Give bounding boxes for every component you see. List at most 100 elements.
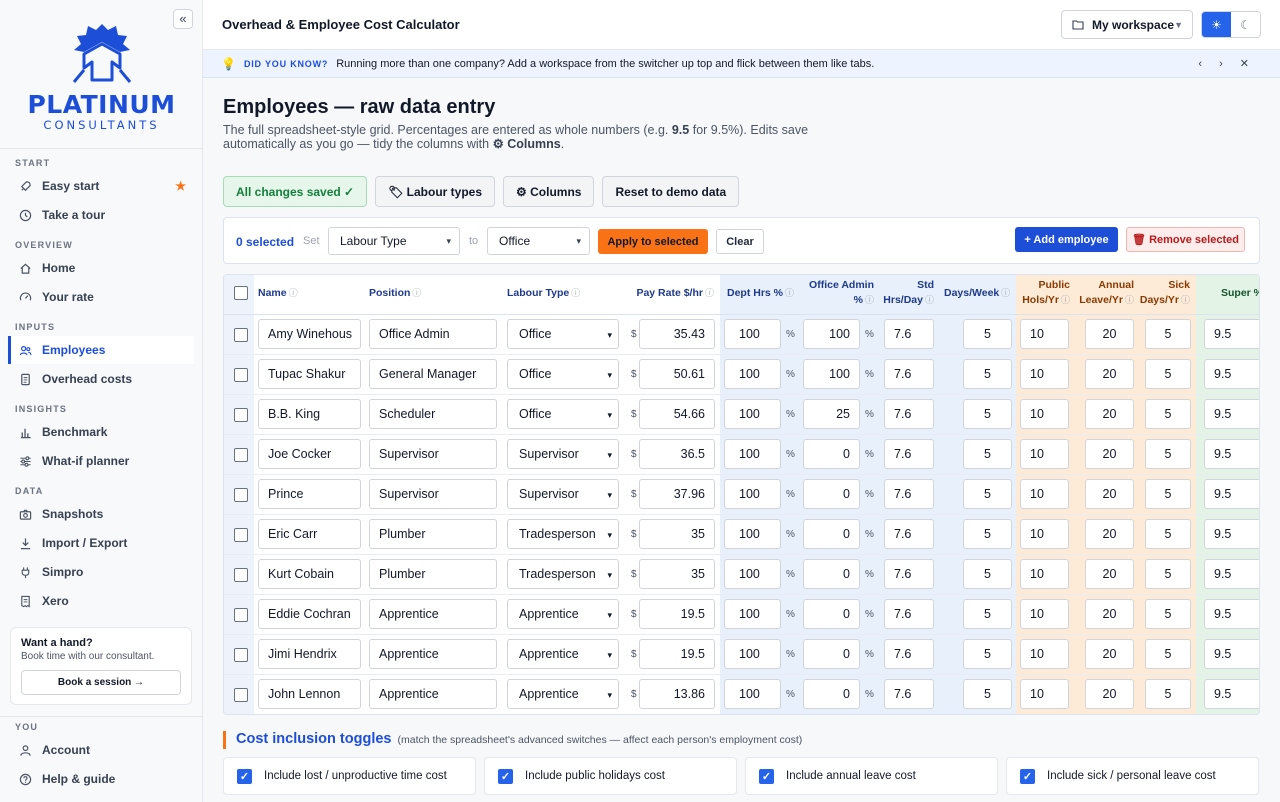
position-input[interactable]: Apprentice (369, 679, 497, 709)
public-hols-input[interactable]: 10 (1020, 639, 1069, 669)
sidebar-item-what-if-planner[interactable]: What-if planner (8, 447, 194, 475)
labour-type-select[interactable]: Apprentice ▾ (507, 679, 619, 709)
toggle-lost-time[interactable]: ✓ Include lost / unproductive time cost (223, 757, 476, 795)
name-input[interactable]: John Lennon (258, 679, 361, 709)
sidebar-item-help-guide[interactable]: Help & guide (8, 765, 194, 793)
tip-controls[interactable]: ‹ › ✕ (1198, 57, 1256, 70)
office-admin-input[interactable]: 0 (803, 439, 860, 469)
std-hrs-input[interactable]: 7.6 (884, 559, 934, 589)
labour-type-select[interactable]: Supervisor ▾ (507, 439, 619, 469)
toggle-annual-leave[interactable]: ✓ Include annual leave cost (745, 757, 998, 795)
sidebar-item-your-rate[interactable]: Your rate (8, 283, 194, 311)
position-input[interactable]: General Manager (369, 359, 497, 389)
toggle-sick-leave[interactable]: ✓ Include sick / personal leave cost (1006, 757, 1259, 795)
std-hrs-input[interactable]: 7.6 (884, 399, 934, 429)
book-session-button[interactable]: Book a session → (21, 670, 181, 695)
sidebar-item-simpro[interactable]: Simpro (8, 558, 194, 586)
sidebar-item-import-export[interactable]: Import / Export (8, 529, 194, 557)
pay-rate-input[interactable]: 50.61 (639, 359, 715, 389)
labour-type-select[interactable]: Tradesperson ▾ (507, 559, 619, 589)
super-input[interactable]: 9.5 (1204, 479, 1259, 509)
row-checkbox[interactable] (234, 368, 248, 382)
days-week-input[interactable]: 5 (963, 679, 1012, 709)
std-hrs-input[interactable]: 7.6 (884, 599, 934, 629)
position-input[interactable]: Plumber (369, 559, 497, 589)
super-input[interactable]: 9.5 (1204, 319, 1259, 349)
std-hrs-input[interactable]: 7.6 (884, 639, 934, 669)
public-hols-input[interactable]: 10 (1020, 559, 1069, 589)
std-hrs-input[interactable]: 7.6 (884, 679, 934, 709)
checkbox-checked[interactable]: ✓ (498, 768, 513, 784)
days-week-input[interactable]: 5 (963, 479, 1012, 509)
row-checkbox[interactable] (234, 488, 248, 502)
sidebar-item-overhead-costs[interactable]: Overhead costs (8, 365, 194, 393)
sick-days-input[interactable]: 5 (1145, 679, 1191, 709)
bulk-field-select[interactable]: Labour Type ▾ (328, 227, 460, 255)
clear-selection-button[interactable]: Clear (716, 229, 764, 254)
sidebar-item-benchmark[interactable]: Benchmark (8, 418, 194, 446)
reset-demo-button[interactable]: Reset to demo data (602, 176, 740, 207)
logo[interactable]: PLATINUM CONSULTANTS (0, 22, 203, 132)
columns-button[interactable]: ⚙ Columns (503, 176, 595, 207)
dept-hrs-input[interactable]: 100 (724, 479, 781, 509)
name-input[interactable]: Joe Cocker (258, 439, 361, 469)
sidebar-item-take-tour[interactable]: Take a tour (8, 201, 194, 229)
position-input[interactable]: Supervisor (369, 439, 497, 469)
pay-rate-input[interactable]: 35 (639, 559, 715, 589)
days-week-input[interactable]: 5 (963, 559, 1012, 589)
checkbox-checked[interactable]: ✓ (237, 768, 252, 784)
super-input[interactable]: 9.5 (1204, 599, 1259, 629)
row-checkbox[interactable] (234, 448, 248, 462)
std-hrs-input[interactable]: 7.6 (884, 319, 934, 349)
labour-type-select[interactable]: Apprentice ▾ (507, 639, 619, 669)
labour-type-select[interactable]: Tradesperson ▾ (507, 519, 619, 549)
annual-leave-input[interactable]: 20 (1085, 319, 1134, 349)
days-week-input[interactable]: 5 (963, 519, 1012, 549)
position-input[interactable]: Supervisor (369, 479, 497, 509)
pay-rate-input[interactable]: 35.43 (639, 319, 715, 349)
sick-days-input[interactable]: 5 (1145, 599, 1191, 629)
sick-days-input[interactable]: 5 (1145, 479, 1191, 509)
labour-type-select[interactable]: Supervisor ▾ (507, 479, 619, 509)
row-checkbox[interactable] (234, 568, 248, 582)
name-input[interactable]: B.B. King (258, 399, 361, 429)
col-name[interactable]: Name ⓘ (258, 286, 298, 301)
std-hrs-input[interactable]: 7.6 (884, 479, 934, 509)
std-hrs-input[interactable]: 7.6 (884, 359, 934, 389)
labour-type-select[interactable]: Office ▾ (507, 399, 619, 429)
dept-hrs-input[interactable]: 100 (724, 439, 781, 469)
pay-rate-input[interactable]: 36.5 (639, 439, 715, 469)
sick-days-input[interactable]: 5 (1145, 559, 1191, 589)
public-hols-input[interactable]: 10 (1020, 359, 1069, 389)
office-admin-input[interactable]: 0 (803, 479, 860, 509)
public-hols-input[interactable]: 10 (1020, 319, 1069, 349)
pay-rate-input[interactable]: 19.5 (639, 639, 715, 669)
row-checkbox[interactable] (234, 328, 248, 342)
col-days-week[interactable]: Days/Week ⓘ (944, 286, 1010, 301)
position-input[interactable]: Office Admin (369, 319, 497, 349)
col-labour-type[interactable]: Labour Type ⓘ (507, 286, 580, 301)
office-admin-input[interactable]: 0 (803, 639, 860, 669)
days-week-input[interactable]: 5 (963, 319, 1012, 349)
col-office-admin[interactable]: Office Admin% ⓘ (802, 278, 874, 308)
dept-hrs-input[interactable]: 100 (724, 359, 781, 389)
position-input[interactable]: Scheduler (369, 399, 497, 429)
annual-leave-input[interactable]: 20 (1085, 559, 1134, 589)
annual-leave-input[interactable]: 20 (1085, 399, 1134, 429)
col-annual-leave[interactable]: Annual Leave/Yr ⓘ (1076, 278, 1134, 308)
office-admin-input[interactable]: 0 (803, 599, 860, 629)
dept-hrs-input[interactable]: 100 (724, 559, 781, 589)
std-hrs-input[interactable]: 7.6 (884, 519, 934, 549)
apply-to-selected-button[interactable]: Apply to selected (598, 229, 708, 254)
public-hols-input[interactable]: 10 (1020, 479, 1069, 509)
checkbox-checked[interactable]: ✓ (1020, 768, 1035, 784)
sick-days-input[interactable]: 5 (1145, 399, 1191, 429)
labour-type-select[interactable]: Office ▾ (507, 359, 619, 389)
labour-type-select[interactable]: Office ▾ (507, 319, 619, 349)
annual-leave-input[interactable]: 20 (1085, 679, 1134, 709)
remove-selected-button[interactable]: 🗑 Remove selected (1126, 227, 1245, 252)
row-checkbox[interactable] (234, 408, 248, 422)
row-checkbox[interactable] (234, 528, 248, 542)
sidebar-item-account[interactable]: Account (8, 736, 194, 764)
name-input[interactable]: Kurt Cobain (258, 559, 361, 589)
